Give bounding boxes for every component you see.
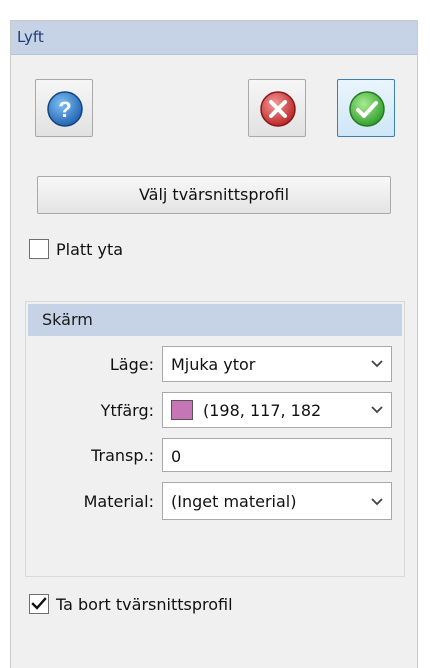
ok-icon — [349, 91, 385, 127]
transparency-value: 0 — [171, 447, 182, 466]
panel-title: Lyft — [17, 28, 44, 46]
display-group: Skärm Läge: Mjuka ytor Ytfärg: (198, 117… — [25, 301, 405, 577]
material-value: (Inget material) — [171, 492, 297, 511]
flat-surface-checkbox[interactable] — [29, 239, 49, 259]
panel-titlebar: Lyft — [11, 21, 417, 55]
surface-color-select[interactable]: (198, 117, 182 — [162, 392, 392, 428]
mode-value: Mjuka ytor — [171, 355, 256, 374]
svg-text:?: ? — [58, 97, 71, 122]
material-select[interactable]: (Inget material) — [162, 482, 392, 520]
display-group-title: Skärm — [42, 310, 93, 329]
chevron-down-icon — [371, 360, 383, 368]
chevron-down-icon — [371, 498, 383, 506]
loft-panel: Lyft ? Välj tvärsnittsprofil Platt yta S… — [10, 20, 418, 668]
flat-surface-label: Platt yta — [56, 240, 124, 259]
ok-button[interactable] — [337, 79, 395, 137]
cancel-icon — [260, 91, 296, 127]
material-label: Material: — [83, 492, 154, 511]
remove-profile-label: Ta bort tvärsnittsprofil — [56, 595, 233, 614]
color-swatch — [171, 400, 193, 420]
mode-label: Läge: — [109, 355, 154, 374]
display-group-header: Skärm — [28, 304, 402, 336]
checkmark-icon — [31, 597, 47, 610]
help-icon: ? — [47, 91, 83, 127]
surface-color-value: (198, 117, 182 — [203, 401, 322, 420]
remove-profile-checkbox[interactable] — [29, 594, 49, 614]
mode-select[interactable]: Mjuka ytor — [162, 346, 392, 382]
help-button[interactable]: ? — [35, 79, 93, 137]
transparency-input[interactable]: 0 — [162, 438, 392, 472]
select-profile-button[interactable]: Välj tvärsnittsprofil — [37, 176, 391, 214]
surface-color-label: Ytfärg: — [100, 401, 154, 420]
chevron-down-icon — [371, 406, 383, 414]
cancel-button[interactable] — [248, 79, 306, 137]
transparency-label: Transp.: — [91, 446, 154, 465]
